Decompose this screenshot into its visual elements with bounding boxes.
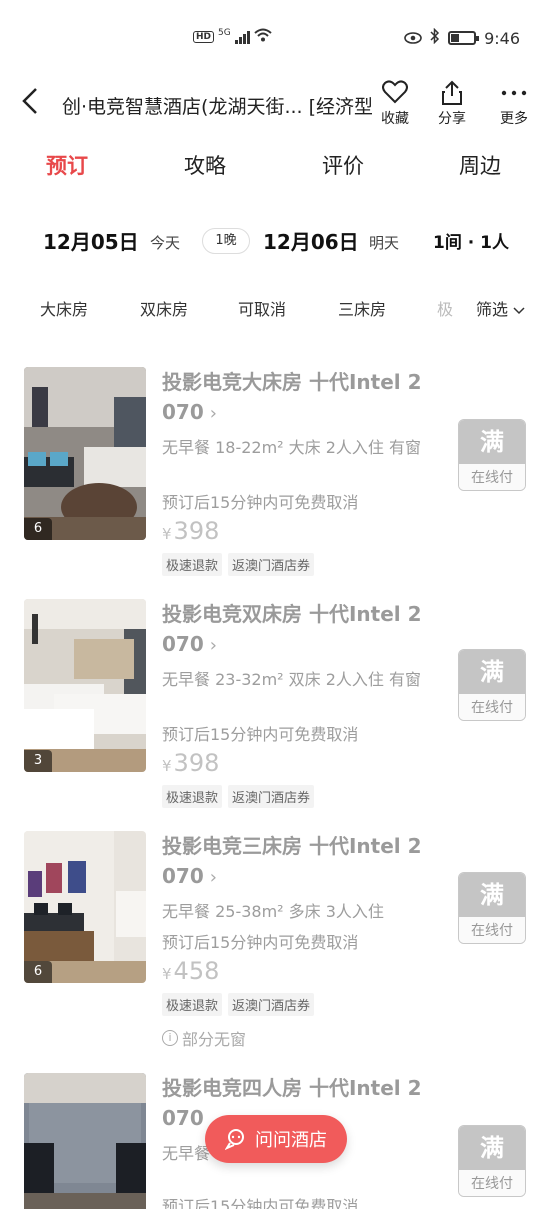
chevron-right-icon: ›: [209, 403, 217, 424]
section-tabs: 预订 攻略 评价 周边: [0, 150, 550, 196]
more-dots-icon: [489, 80, 539, 106]
filter-triple-bed[interactable]: 三床房: [338, 296, 386, 320]
room-photo[interactable]: 6: [24, 367, 146, 540]
network-type: 5G: [218, 27, 231, 38]
signal-icon: [234, 30, 250, 44]
hotel-title: 创·电竞智慧酒店(龙湖天街... [经济型]: [62, 96, 372, 118]
cancel-policy: 预订后15分钟内可免费取消: [162, 1197, 359, 1209]
tag-list: 极速退款 返澳门酒店券: [162, 785, 315, 808]
filter-button[interactable]: 筛选: [472, 296, 526, 320]
checkout-date[interactable]: 12月06日: [263, 226, 359, 255]
cancel-policy: 预订后15分钟内可免费取消: [162, 933, 359, 952]
share-button[interactable]: 分享: [427, 80, 477, 128]
bluetooth-icon: [430, 27, 440, 48]
filter-twin-bed[interactable]: 双床房: [140, 296, 188, 320]
back-arrow-icon: [22, 88, 37, 114]
photo-count: 6: [24, 961, 52, 983]
room-desc: 无早餐 18-22m² 大床 2人入住 有窗: [162, 438, 422, 457]
clock: 9:46: [484, 28, 520, 48]
chevron-right-icon: ›: [209, 867, 217, 888]
room-name[interactable]: 投影电竞三床房 十代Intel 2070 ›: [162, 831, 424, 893]
wifi-icon: [254, 28, 272, 45]
book-button-full[interactable]: 满 在线付: [458, 419, 526, 491]
chevron-right-icon: ›: [209, 635, 217, 656]
tab-nearby[interactable]: 周边: [459, 150, 501, 180]
hd-indicator: HD: [193, 30, 215, 43]
room-desc: 无早餐 25-38m² 多床 3人入住: [162, 902, 384, 921]
room-price: ¥458: [162, 957, 220, 985]
room-name[interactable]: 投影电竞大床房 十代Intel 2070 ›: [162, 367, 424, 429]
tag: 返澳门酒店券: [228, 553, 315, 576]
checkin-day: 今天: [150, 234, 181, 252]
filter-partial[interactable]: 极: [437, 296, 453, 320]
tag: 极速退款: [162, 785, 223, 808]
filter-bar: 大床房 双床房 可取消 三床房 极 筛选: [0, 296, 550, 326]
cancel-policy: 预订后15分钟内可免费取消: [162, 725, 359, 744]
window-note: i 部分无窗: [162, 1026, 246, 1050]
tag: 返澳门酒店券: [228, 993, 315, 1016]
hotel-header: 创·电竞智慧酒店(龙湖天街... [经济型] 收藏 分享 更多: [0, 80, 550, 132]
favorite-button[interactable]: 收藏: [370, 80, 420, 128]
nights-badge: 1晚: [202, 228, 250, 254]
book-button-full[interactable]: 满 在线付: [458, 872, 526, 944]
filter-cancellable[interactable]: 可取消: [238, 296, 286, 320]
ask-hotel-button[interactable]: 问问酒店: [205, 1115, 347, 1163]
tab-reviews[interactable]: 评价: [322, 150, 364, 180]
tab-guide[interactable]: 攻略: [184, 150, 226, 180]
tag: 极速退款: [162, 993, 223, 1016]
tag-list: 极速退款 返澳门酒店券: [162, 993, 315, 1016]
battery-icon: [448, 31, 480, 45]
tag: 返澳门酒店券: [228, 785, 315, 808]
info-icon: i: [162, 1030, 178, 1046]
tag: 极速退款: [162, 553, 223, 576]
chevron-down-icon: [513, 307, 525, 315]
more-button[interactable]: 更多: [489, 80, 539, 128]
photo-count: 6: [24, 518, 52, 540]
back-button[interactable]: [20, 86, 40, 122]
room-photo[interactable]: [24, 1073, 146, 1209]
status-bar: HD 5G 9:46: [0, 0, 550, 80]
heart-icon: [370, 80, 420, 106]
tab-booking[interactable]: 预订: [46, 150, 88, 180]
rooms-guests-selector[interactable]: 1间 · 1人: [433, 228, 509, 253]
chat-icon: [225, 1129, 244, 1150]
eye-icon: [404, 29, 422, 48]
tag-list: 极速退款 返澳门酒店券: [162, 553, 315, 576]
cancel-policy: 预订后15分钟内可免费取消: [162, 493, 359, 512]
date-selector[interactable]: 12月05日 今天 1晚 12月06日 明天 1间 · 1人: [0, 226, 550, 260]
room-desc: 无早餐 23-32m² 双床 2人入住 有窗: [162, 670, 422, 689]
checkout-day: 明天: [369, 234, 400, 252]
share-icon: [427, 80, 477, 106]
room-price: ¥398: [162, 517, 220, 545]
book-button-full[interactable]: 满 在线付: [458, 649, 526, 721]
room-name[interactable]: 投影电竞双床房 十代Intel 2070 ›: [162, 599, 424, 661]
room-photo[interactable]: 3: [24, 599, 146, 772]
room-price: ¥398: [162, 749, 220, 777]
room-photo[interactable]: 6: [24, 831, 146, 983]
active-tab-indicator: [46, 182, 92, 188]
checkin-date[interactable]: 12月05日: [43, 226, 139, 255]
filter-king-bed[interactable]: 大床房: [40, 296, 88, 320]
photo-count: 3: [24, 750, 52, 772]
book-button-full[interactable]: 满 在线付: [458, 1125, 526, 1197]
